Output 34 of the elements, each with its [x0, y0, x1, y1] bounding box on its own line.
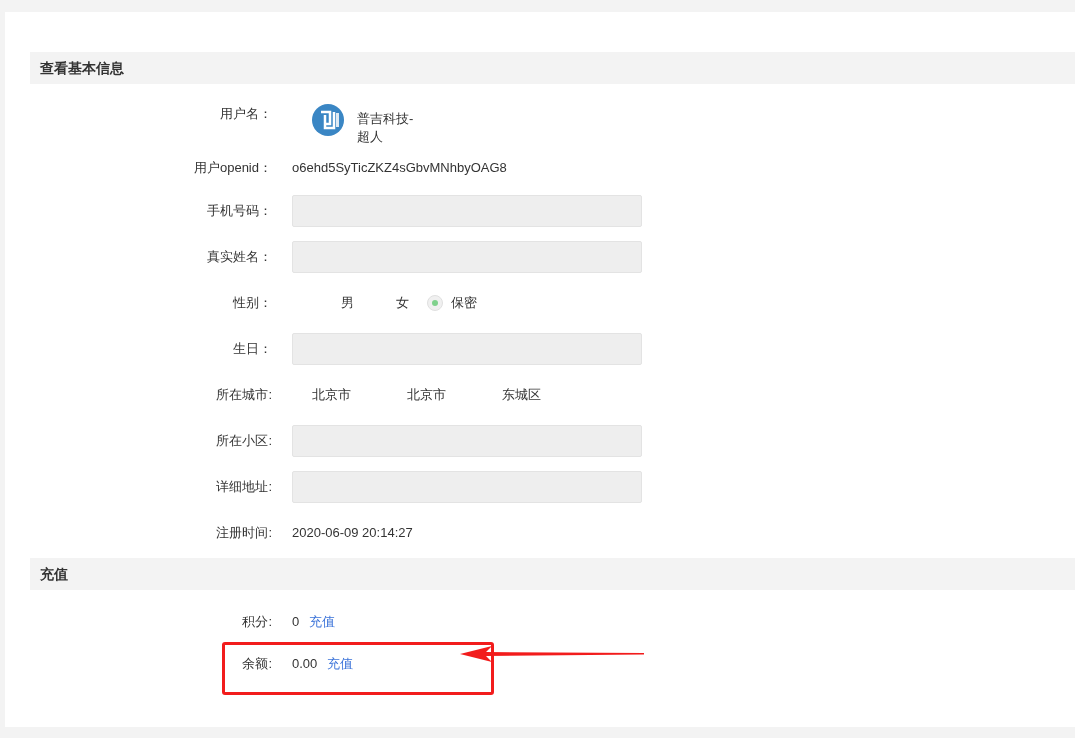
radio-label: 男 [341, 294, 354, 313]
avatar-logo [312, 104, 344, 136]
field-label: 手机号码： [207, 202, 272, 221]
input-field[interactable] [292, 195, 642, 227]
field-label: 用户名： [220, 105, 272, 123]
city-value: 东城区 [502, 386, 542, 405]
city-value: 北京市 [312, 386, 352, 405]
field-value: 2020-06-09 20:14:27 [292, 524, 413, 543]
radio-label: 保密 [451, 294, 477, 313]
input-field[interactable] [292, 471, 642, 503]
field-label: 积分: [242, 613, 272, 632]
field-label: 所在城市: [216, 386, 272, 405]
field-label: 注册时间: [216, 524, 272, 543]
recharge-link[interactable]: 充值 [327, 654, 354, 674]
section-title: 查看基本信息 [40, 58, 124, 78]
section-title: 充值 [40, 564, 68, 584]
city-value: 北京市 [407, 386, 447, 405]
field-label: 详细地址: [216, 478, 272, 497]
field-label: 生日： [233, 340, 272, 359]
input-field[interactable] [292, 241, 642, 273]
user-name: 普吉科技-超人 [357, 110, 415, 146]
field-label: 余额: [242, 655, 272, 674]
input-field[interactable] [292, 333, 642, 365]
balance-value: 0.00 [292, 655, 318, 674]
field-value: o6ehd5SyTicZKZ4sGbvMNhbyOAG8 [292, 159, 507, 178]
radio-button[interactable] [427, 295, 443, 311]
radio-label: 女 [396, 294, 409, 313]
field-label: 真实姓名： [207, 248, 272, 267]
field-label: 性别： [233, 294, 272, 313]
input-field[interactable] [292, 425, 642, 457]
balance-value: 0 [292, 613, 300, 632]
recharge-link[interactable]: 充值 [309, 612, 336, 632]
field-label: 用户openid： [193, 159, 272, 178]
field-label: 所在小区: [216, 432, 272, 451]
